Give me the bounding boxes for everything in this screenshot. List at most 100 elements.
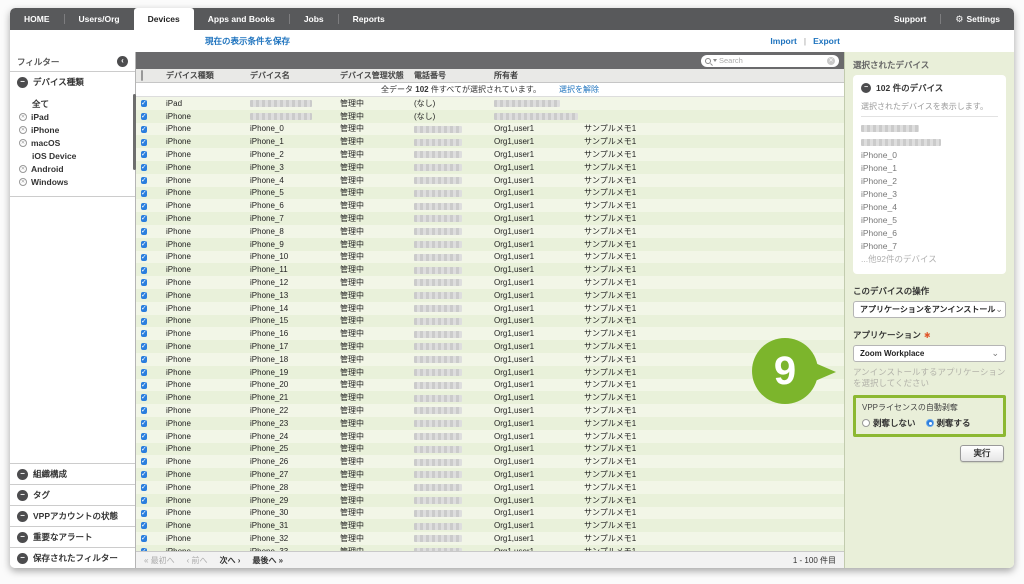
- nav-tab-apps-and-books[interactable]: Apps and Books: [194, 8, 289, 30]
- row-checkbox[interactable]: ✓: [141, 458, 147, 465]
- collapse-circle-icon[interactable]: −: [861, 83, 871, 93]
- row-checkbox[interactable]: ✓: [141, 522, 147, 529]
- page-first-link[interactable]: « 最初へ: [144, 555, 175, 566]
- table-row[interactable]: ✓iPhoneiPhone_0管理中Org1,user1サンプルメモ1: [136, 123, 844, 136]
- table-row[interactable]: ✓iPhoneiPhone_6管理中Org1,user1サンプルメモ1: [136, 199, 844, 212]
- col-owner[interactable]: 所有者: [494, 70, 584, 81]
- row-checkbox[interactable]: ✓: [141, 254, 147, 261]
- table-row[interactable]: ✓iPhoneiPhone_21管理中Org1,user1サンプルメモ1: [136, 391, 844, 404]
- filter-device-type-macos[interactable]: ✕macOS: [10, 136, 135, 149]
- search-scope-chevron-icon[interactable]: [713, 59, 717, 62]
- nav-tab-devices[interactable]: Devices: [134, 8, 194, 30]
- nav-settings[interactable]: ⚙ Settings: [941, 8, 1014, 30]
- row-checkbox[interactable]: ✓: [141, 126, 147, 133]
- row-checkbox[interactable]: ✓: [141, 267, 147, 274]
- table-row[interactable]: ✓iPhoneiPhone_19管理中Org1,user1サンプルメモ1: [136, 366, 844, 379]
- operation-select[interactable]: アプリケーションをアンインストール ⌄: [853, 301, 1006, 318]
- col-device-type[interactable]: デバイス種類: [166, 70, 250, 81]
- row-checkbox[interactable]: ✓: [141, 190, 147, 197]
- export-link[interactable]: Export: [813, 36, 840, 46]
- filter-device-type-ios-device[interactable]: iOS Device: [10, 149, 135, 162]
- table-row[interactable]: ✓iPhoneiPhone_20管理中Org1,user1サンプルメモ1: [136, 379, 844, 392]
- device-type-section-header[interactable]: − デバイス種類: [10, 72, 135, 92]
- sidebar-section-組織構成[interactable]: −組織構成: [10, 463, 135, 484]
- row-checkbox[interactable]: ✓: [141, 382, 147, 389]
- row-checkbox[interactable]: ✓: [141, 228, 147, 235]
- table-row[interactable]: ✓iPhoneiPhone_1管理中Org1,user1サンプルメモ1: [136, 135, 844, 148]
- nav-tab-users-org[interactable]: Users/Org: [65, 8, 134, 30]
- vpp-radio-unselected[interactable]: 剥奪しない: [862, 417, 916, 429]
- row-checkbox[interactable]: ✓: [141, 407, 147, 414]
- table-row[interactable]: ✓iPhoneiPhone_4管理中Org1,user1サンプルメモ1: [136, 174, 844, 187]
- row-checkbox[interactable]: ✓: [141, 433, 147, 440]
- table-row[interactable]: ✓iPhoneiPhone_9管理中Org1,user1サンプルメモ1: [136, 238, 844, 251]
- page-last-link[interactable]: 最後へ »: [252, 555, 283, 566]
- row-checkbox[interactable]: ✓: [141, 343, 147, 350]
- application-select[interactable]: Zoom Workplace ⌄: [853, 345, 1006, 362]
- filter-device-type-ipad[interactable]: ✕iPad: [10, 110, 135, 123]
- select-all-checkbox[interactable]: [141, 70, 143, 81]
- filter-device-type--[interactable]: 全て: [10, 97, 135, 110]
- table-row[interactable]: ✓iPhoneiPhone_32管理中Org1,user1サンプルメモ1: [136, 532, 844, 545]
- table-row[interactable]: ✓iPhoneiPhone_14管理中Org1,user1サンプルメモ1: [136, 302, 844, 315]
- row-checkbox[interactable]: ✓: [141, 100, 147, 107]
- table-row[interactable]: ✓iPhoneiPhone_3管理中Org1,user1サンプルメモ1: [136, 161, 844, 174]
- save-view-link[interactable]: 現在の表示条件を保存: [205, 35, 290, 47]
- sidebar-scrollbar[interactable]: [133, 94, 136, 170]
- search-clear-icon[interactable]: ✕: [827, 57, 835, 65]
- table-row[interactable]: ✓iPhoneiPhone_2管理中Org1,user1サンプルメモ1: [136, 148, 844, 161]
- col-phone[interactable]: 電話番号: [414, 70, 494, 81]
- row-checkbox[interactable]: ✓: [141, 394, 147, 401]
- table-row[interactable]: ✓iPhoneiPhone_29管理中Org1,user1サンプルメモ1: [136, 494, 844, 507]
- sidebar-section-VPPアカウントの状態[interactable]: −VPPアカウントの状態: [10, 505, 135, 526]
- table-row[interactable]: ✓iPhoneiPhone_22管理中Org1,user1サンプルメモ1: [136, 404, 844, 417]
- clear-selection-link[interactable]: 選択を解除: [559, 84, 599, 95]
- col-mgmt-status[interactable]: デバイス管理状態: [340, 70, 414, 81]
- row-checkbox[interactable]: ✓: [141, 177, 147, 184]
- row-checkbox[interactable]: ✓: [141, 151, 147, 158]
- row-checkbox[interactable]: ✓: [141, 203, 147, 210]
- page-prev-link[interactable]: ‹ 前へ: [187, 555, 208, 566]
- table-row[interactable]: ✓iPhoneiPhone_26管理中Org1,user1サンプルメモ1: [136, 455, 844, 468]
- row-checkbox[interactable]: ✓: [141, 305, 147, 312]
- row-checkbox[interactable]: ✓: [141, 484, 147, 491]
- row-checkbox[interactable]: ✓: [141, 113, 147, 120]
- execute-button[interactable]: 実行: [960, 445, 1004, 462]
- filter-device-type-windows[interactable]: ✕Windows: [10, 175, 135, 188]
- sidebar-section-重要なアラート[interactable]: −重要なアラート: [10, 526, 135, 547]
- table-row[interactable]: ✓iPhoneiPhone_17管理中Org1,user1サンプルメモ1: [136, 340, 844, 353]
- table-row[interactable]: ✓iPhoneiPhone_18管理中Org1,user1サンプルメモ1: [136, 353, 844, 366]
- row-checkbox[interactable]: ✓: [141, 446, 147, 453]
- row-checkbox[interactable]: ✓: [141, 330, 147, 337]
- table-row[interactable]: ✓iPhoneiPhone_11管理中Org1,user1サンプルメモ1: [136, 263, 844, 276]
- table-row[interactable]: ✓iPhoneiPhone_10管理中Org1,user1サンプルメモ1: [136, 251, 844, 264]
- table-row[interactable]: ✓iPhoneiPhone_7管理中Org1,user1サンプルメモ1: [136, 212, 844, 225]
- table-row[interactable]: ✓iPhone管理中(なし): [136, 110, 844, 123]
- table-row[interactable]: ✓iPhoneiPhone_24管理中Org1,user1サンプルメモ1: [136, 430, 844, 443]
- table-row[interactable]: ✓iPhoneiPhone_28管理中Org1,user1サンプルメモ1: [136, 481, 844, 494]
- row-checkbox[interactable]: ✓: [141, 535, 147, 542]
- search-input[interactable]: Search ✕: [701, 55, 839, 67]
- table-row[interactable]: ✓iPhoneiPhone_25管理中Org1,user1サンプルメモ1: [136, 443, 844, 456]
- row-checkbox[interactable]: ✓: [141, 241, 147, 248]
- row-checkbox[interactable]: ✓: [141, 215, 147, 222]
- row-checkbox[interactable]: ✓: [141, 369, 147, 376]
- nav-support[interactable]: Support: [880, 8, 941, 30]
- table-row[interactable]: ✓iPhoneiPhone_15管理中Org1,user1サンプルメモ1: [136, 315, 844, 328]
- row-checkbox[interactable]: ✓: [141, 356, 147, 363]
- row-checkbox[interactable]: ✓: [141, 510, 147, 517]
- filter-device-type-iphone[interactable]: ✕iPhone: [10, 123, 135, 136]
- sidebar-section-保存されたフィルター[interactable]: −保存されたフィルター: [10, 547, 135, 568]
- table-row[interactable]: ✓iPhoneiPhone_30管理中Org1,user1サンプルメモ1: [136, 507, 844, 520]
- chevron-left-circle-icon[interactable]: ‹: [117, 56, 128, 67]
- row-checkbox[interactable]: ✓: [141, 292, 147, 299]
- row-checkbox[interactable]: ✓: [141, 318, 147, 325]
- nav-tab-jobs[interactable]: Jobs: [290, 8, 338, 30]
- sidebar-section-タグ[interactable]: −タグ: [10, 484, 135, 505]
- nav-tab-reports[interactable]: Reports: [339, 8, 399, 30]
- filter-device-type-android[interactable]: ✕Android: [10, 162, 135, 175]
- table-row[interactable]: ✓iPhoneiPhone_16管理中Org1,user1サンプルメモ1: [136, 327, 844, 340]
- vpp-radio-selected[interactable]: 剥奪する: [926, 417, 971, 429]
- import-link[interactable]: Import: [770, 36, 796, 46]
- table-row[interactable]: ✓iPad管理中(なし): [136, 97, 844, 110]
